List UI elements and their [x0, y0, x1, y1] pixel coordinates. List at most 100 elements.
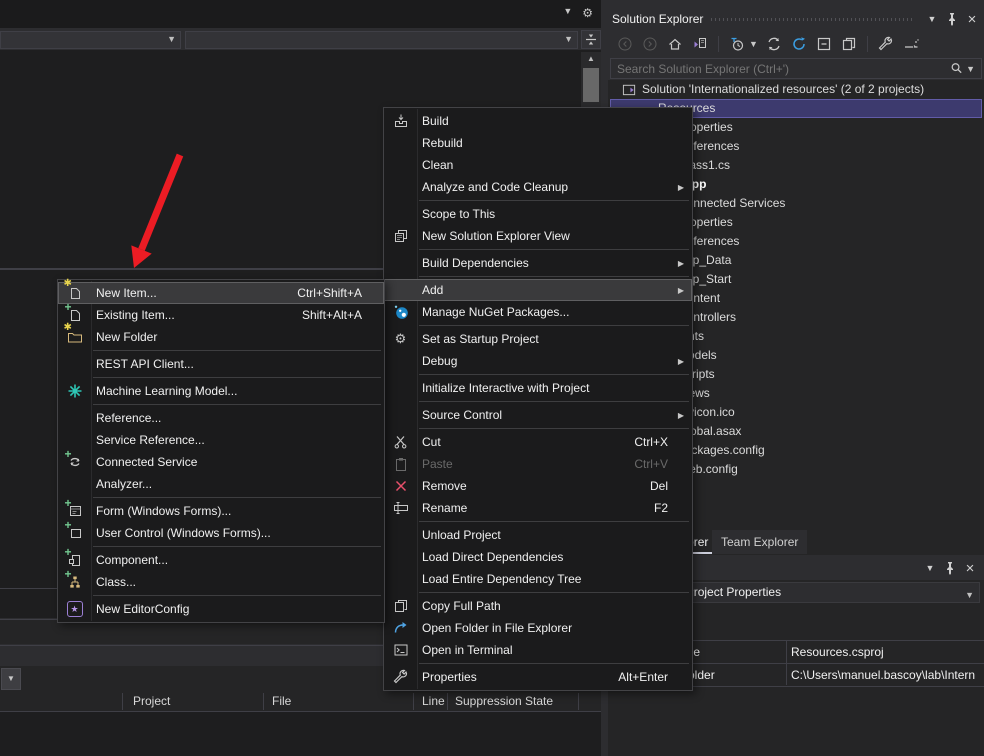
search-input[interactable]	[611, 62, 949, 76]
menu-item-user-control-windows-forms[interactable]: + User Control (Windows Forms)...	[58, 522, 384, 544]
menu-item-analyze-and-code-cleanup[interactable]: Analyze and Code Cleanup▶	[384, 176, 692, 198]
menu-separator	[419, 521, 689, 522]
menu-item-cut[interactable]: CutCtrl+X	[384, 431, 692, 453]
split-editor-icon	[582, 31, 600, 48]
menu-item-new-folder[interactable]: ✱ New Folder	[58, 326, 384, 348]
split-editor-button[interactable]	[581, 30, 601, 49]
form-icon: +	[58, 503, 91, 519]
new-folder-icon: ✱	[58, 329, 91, 345]
toolbar-overflow-chevron-icon[interactable]: ▼	[563, 6, 572, 20]
column-header-project[interactable]: Project	[133, 694, 170, 708]
menu-item-unload-project[interactable]: Unload Project	[384, 524, 692, 546]
editorconfig-icon: ★	[58, 601, 91, 617]
menu-separator	[419, 428, 689, 429]
align-icon[interactable]	[902, 35, 920, 53]
menu-item-remove[interactable]: RemoveDel	[384, 475, 692, 497]
menu-item-source-control[interactable]: Source Control▶	[384, 404, 692, 426]
column-separator[interactable]	[122, 693, 123, 710]
menu-item-clean[interactable]: Clean	[384, 154, 692, 176]
menu-item-initialize-interactive-with-project[interactable]: Initialize Interactive with Project	[384, 377, 692, 399]
menu-item-analyzer[interactable]: Analyzer...	[58, 473, 384, 495]
menu-separator	[419, 592, 689, 593]
menu-item-build-dependencies[interactable]: Build Dependencies▶	[384, 252, 692, 274]
tree-item-solution[interactable]: Solution 'Internationalized resources' (…	[608, 80, 984, 99]
menu-item-add[interactable]: Add▶	[384, 279, 692, 301]
menu-separator	[419, 401, 689, 402]
menu-item-scope-to-this[interactable]: Scope to This	[384, 203, 692, 225]
tab-team-explorer[interactable]: Team Explorer	[712, 530, 807, 554]
pin-icon[interactable]	[944, 11, 960, 27]
new-sparkle-icon: ✱	[64, 279, 72, 289]
search-options-chevron-icon[interactable]: ▼	[966, 64, 975, 74]
menu-item-open-folder-in-file-explorer[interactable]: Open Folder in File Explorer	[384, 617, 692, 639]
menu-item-load-direct-dependencies[interactable]: Load Direct Dependencies	[384, 546, 692, 568]
grid-splitter[interactable]	[786, 640, 787, 685]
menu-item-copy-full-path[interactable]: Copy Full Path	[384, 595, 692, 617]
collapse-all-icon[interactable]	[815, 35, 833, 53]
toolbar-gear-icon[interactable]: ⚙	[582, 6, 593, 20]
component-icon: +	[58, 552, 91, 568]
menu-separator	[93, 595, 381, 596]
menu-item-new-solution-explorer-view[interactable]: New Solution Explorer View	[384, 225, 692, 247]
close-icon[interactable]: ×	[962, 560, 978, 576]
solution-explorer-search: ▼	[610, 58, 982, 79]
menu-item-component[interactable]: + Component...	[58, 549, 384, 571]
column-header-file[interactable]: File	[272, 694, 291, 708]
sync-with-active-document-icon[interactable]	[765, 35, 783, 53]
startup-project-icon: ⚙	[384, 331, 417, 347]
error-list-body[interactable]	[0, 712, 601, 756]
menu-item-properties[interactable]: PropertiesAlt+Enter	[384, 666, 692, 688]
preview-selected-items-icon[interactable]	[840, 35, 858, 53]
open-folder-icon	[384, 620, 417, 636]
menu-item-class[interactable]: + Class...	[58, 571, 384, 593]
menu-item-open-in-terminal[interactable]: Open in Terminal	[384, 639, 692, 661]
switch-views-icon[interactable]	[691, 35, 709, 53]
existing-item-icon: +	[58, 307, 91, 323]
pin-icon[interactable]	[942, 560, 958, 576]
column-separator[interactable]	[413, 693, 414, 710]
solution-explorer-toolbar: ▼	[616, 32, 920, 56]
menu-item-reference[interactable]: Reference...	[58, 407, 384, 429]
panel-title: Solution Explorer	[612, 12, 703, 26]
column-separator[interactable]	[263, 693, 264, 710]
menu-item-new-item[interactable]: ✱ New Item...Ctrl+Shift+A	[58, 282, 384, 304]
refresh-icon[interactable]	[790, 35, 808, 53]
menu-item-rename[interactable]: RenameF2	[384, 497, 692, 519]
scrollbar-up-arrow-icon[interactable]: ▲	[581, 52, 601, 65]
column-separator[interactable]	[447, 693, 448, 710]
menu-item-machine-learning-model[interactable]: Machine Learning Model...	[58, 380, 384, 402]
editor-toolbar: ▼ ⚙	[0, 0, 601, 28]
menu-item-manage-nuget-packages[interactable]: Manage NuGet Packages...	[384, 301, 692, 323]
menu-item-load-entire-dependency-tree[interactable]: Load Entire Dependency Tree	[384, 568, 692, 590]
back-icon[interactable]	[616, 35, 634, 53]
menu-item-connected-service[interactable]: + Connected Service	[58, 451, 384, 473]
properties-wrench-icon[interactable]	[877, 35, 895, 53]
window-position-chevron-icon[interactable]: ▼	[922, 560, 938, 576]
column-header-line[interactable]: Line	[422, 694, 445, 708]
window-position-chevron-icon[interactable]: ▼	[924, 11, 940, 27]
column-separator[interactable]	[578, 693, 579, 710]
home-icon[interactable]	[666, 35, 684, 53]
close-icon[interactable]: ×	[964, 11, 980, 27]
menu-item-service-reference[interactable]: Service Reference...	[58, 429, 384, 451]
filter-dropdown-chevron-icon[interactable]: ▼	[749, 39, 758, 49]
scrollbar-thumb[interactable]	[583, 68, 599, 102]
menu-item-form-windows-forms[interactable]: + Form (Windows Forms)...	[58, 500, 384, 522]
forward-icon[interactable]	[641, 35, 659, 53]
new-sparkle-icon: ✱	[64, 323, 72, 333]
nav-member-dropdown[interactable]: ▼	[185, 31, 578, 49]
solution-explorer-titlebar: Solution Explorer ▼ ×	[612, 8, 980, 30]
menu-item-new-editorconfig[interactable]: ★ New EditorConfig	[58, 598, 384, 620]
search-icon[interactable]	[949, 61, 964, 76]
menu-item-paste[interactable]: PasteCtrl+V	[384, 453, 692, 475]
menu-item-debug[interactable]: Debug▶	[384, 350, 692, 372]
menu-item-rest-api-client[interactable]: REST API Client...	[58, 353, 384, 375]
menu-item-build[interactable]: Build	[384, 110, 692, 132]
column-header-suppression-state[interactable]: Suppression State	[455, 694, 553, 708]
menu-item-rebuild[interactable]: Rebuild	[384, 132, 692, 154]
nav-project-dropdown[interactable]: ▼	[0, 31, 181, 49]
error-list-dropdown[interactable]: ▼	[1, 668, 21, 690]
menu-item-set-as-startup-project[interactable]: ⚙ Set as Startup Project	[384, 328, 692, 350]
menu-item-existing-item[interactable]: + Existing Item...Shift+Alt+A	[58, 304, 384, 326]
pending-changes-filter-icon[interactable]	[728, 35, 746, 53]
